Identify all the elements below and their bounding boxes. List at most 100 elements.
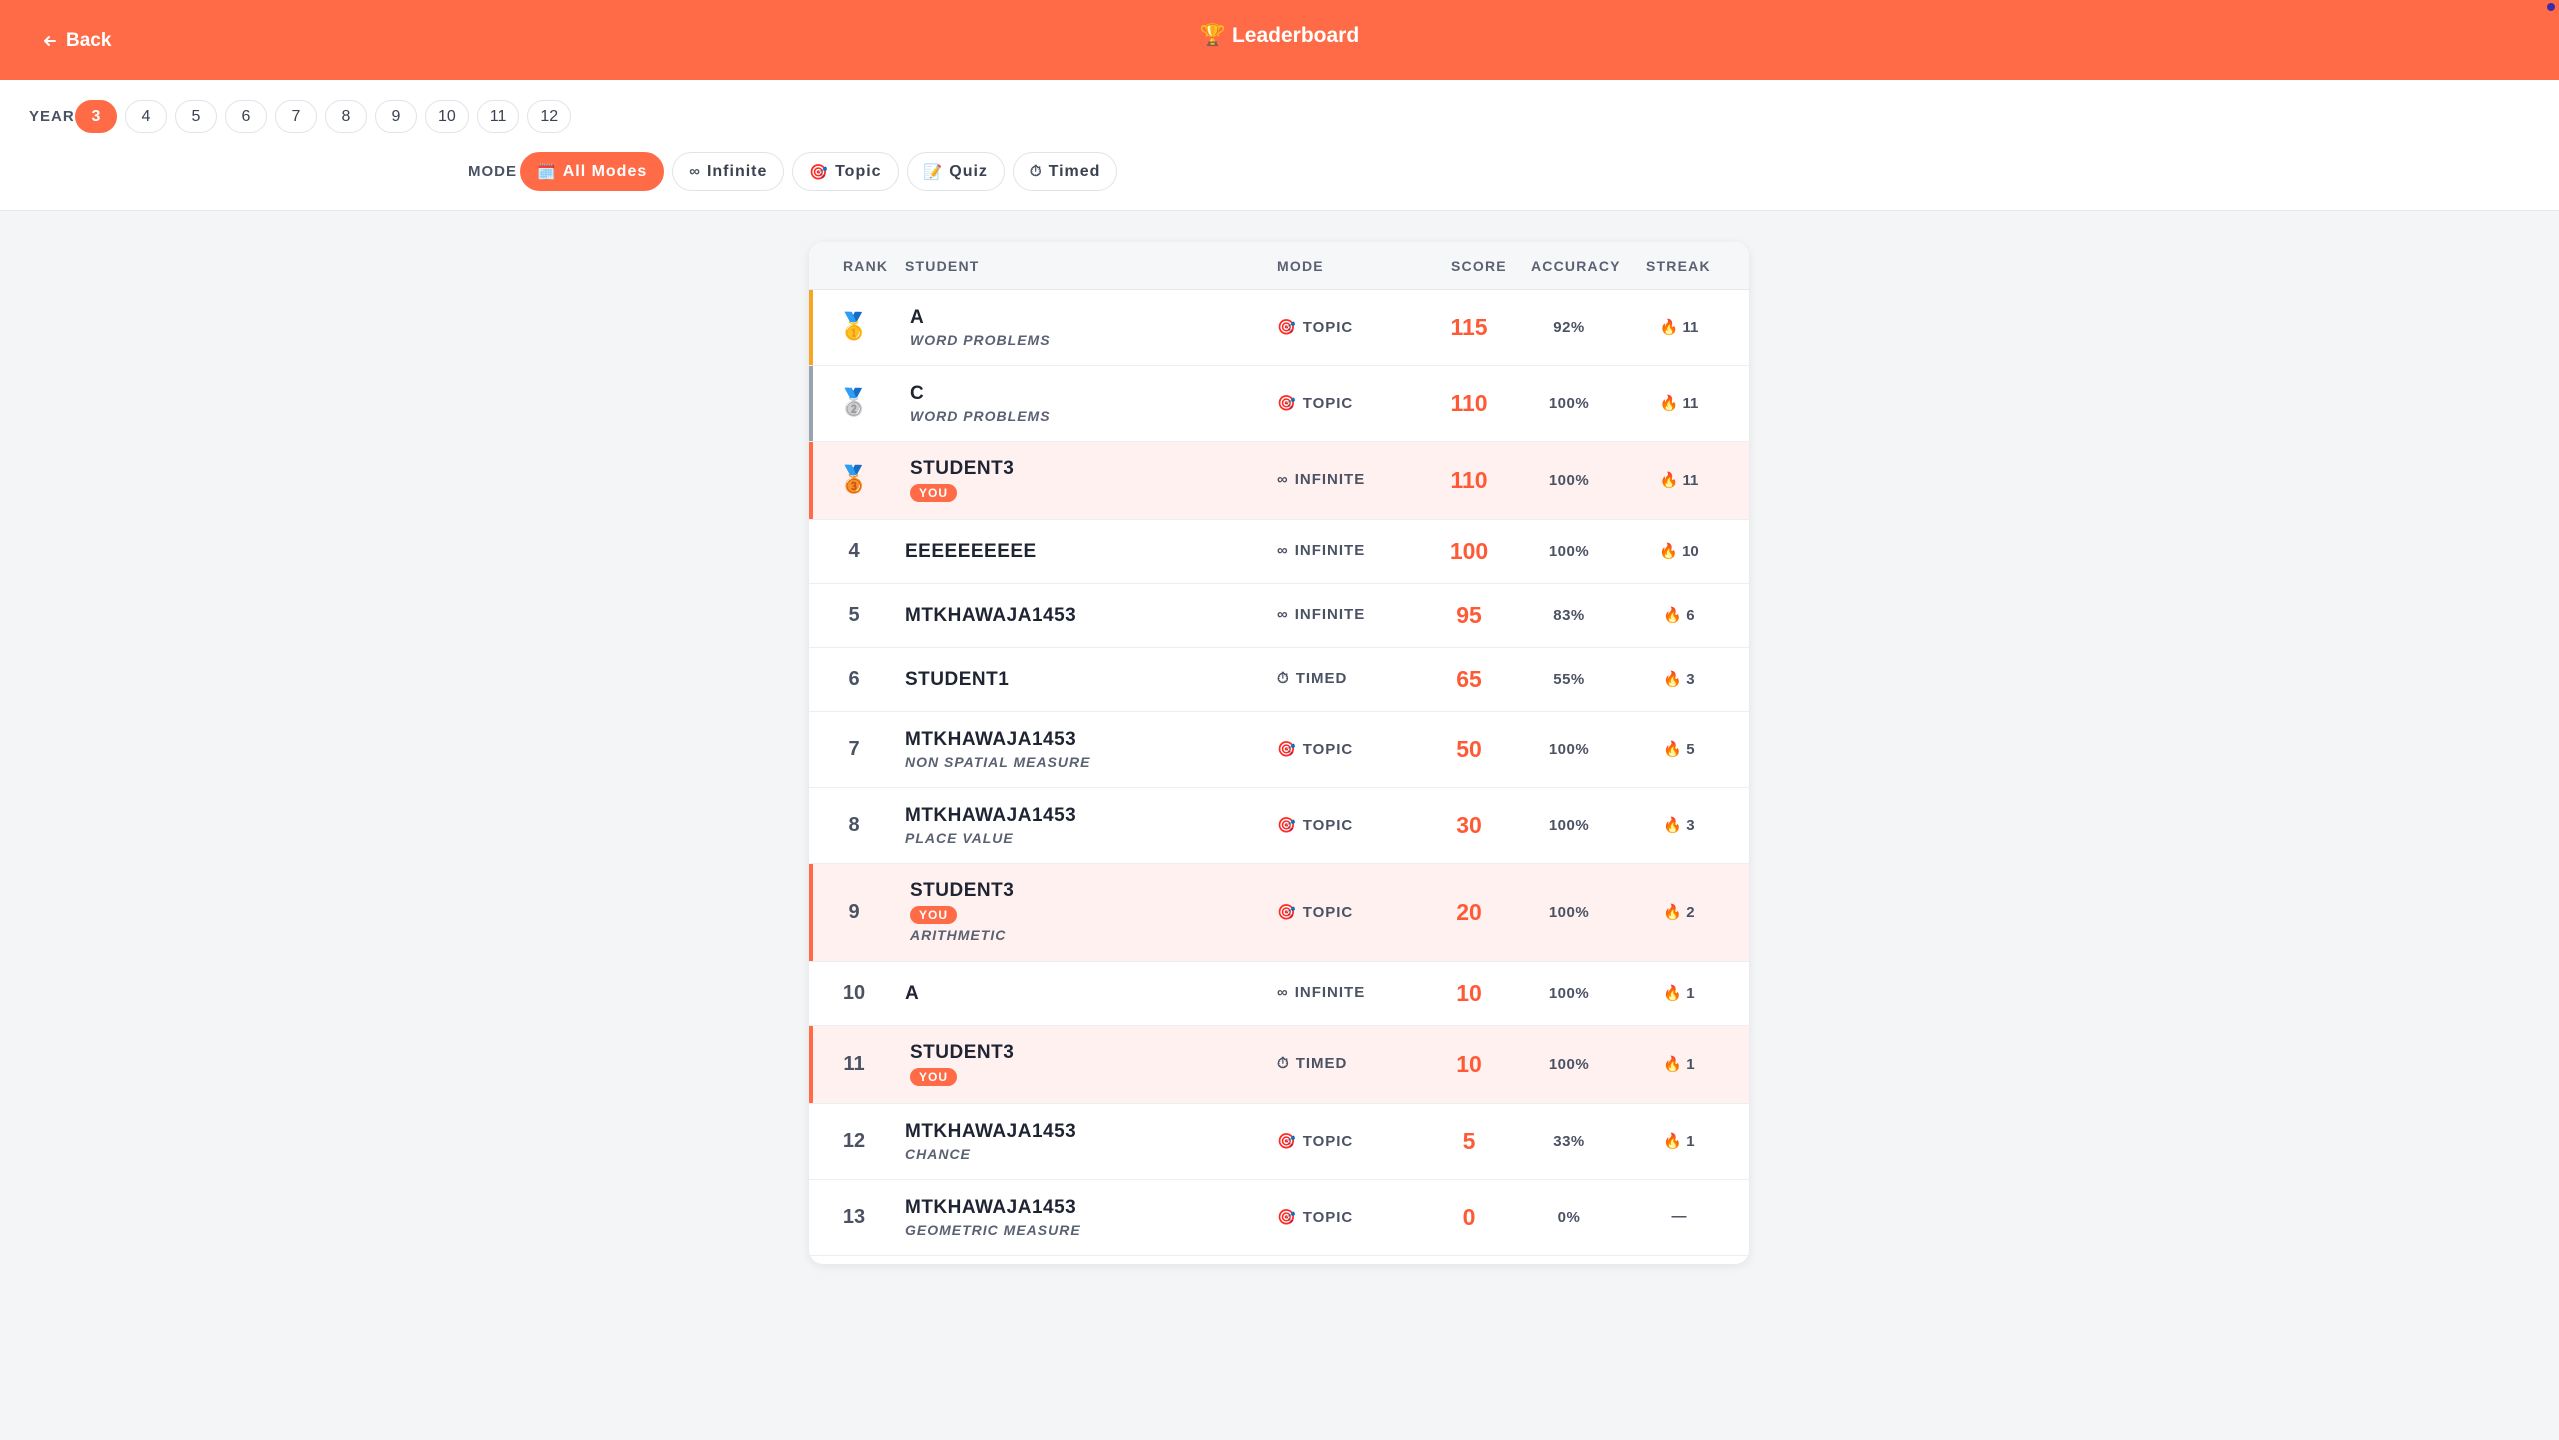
score-cell: 0 <box>1462 1204 1476 1230</box>
year-filter: YEAR 3 4 5 6 7 8 9 10 11 12 <box>29 100 579 133</box>
score-cell: 110 <box>1450 467 1488 493</box>
you-badge: YOU <box>910 1068 958 1086</box>
target-icon: 🎯 <box>1277 1209 1297 1226</box>
mode-cell: 🎯 TOPIC <box>1277 816 1353 835</box>
year-pill-8[interactable]: 8 <box>325 100 367 133</box>
mode-pill-label: Timed <box>1048 162 1101 180</box>
student-name: A <box>905 983 920 1004</box>
table-row: 6 STUDENT1 ⏱ TIMED 65 55% 🔥 3 <box>809 648 1749 712</box>
col-mode: MODE <box>1277 258 1324 274</box>
target-icon: 🎯 <box>1277 1133 1297 1150</box>
fire-icon: 🔥 <box>1663 904 1687 921</box>
mode-pill-infinite[interactable]: ∞ Infinite <box>672 152 785 191</box>
mode-pill-label: Topic <box>835 162 882 180</box>
infinity-icon: ∞ <box>1277 542 1289 559</box>
accuracy-cell: 100% <box>1548 395 1590 412</box>
streak-cell: 🔥 10 <box>1639 542 1719 560</box>
target-icon: 🎯 <box>1277 395 1297 412</box>
table-row: 8 MTKHAWAJA1453 PLACE VALUE 🎯 TOPIC 30 100% 🔥 3 <box>809 788 1749 864</box>
page-title-text: Leaderboard <box>1231 24 1360 47</box>
rank-cell: 13 <box>842 1206 866 1228</box>
mode-label: TOPIC <box>1302 1208 1354 1226</box>
student-cell: STUDENT1 <box>905 669 1009 691</box>
mode-pill-topic[interactable]: 🎯 Topic <box>792 152 899 191</box>
rank-cell: 🥈 <box>831 387 877 418</box>
streak-cell: — <box>1639 1208 1719 1225</box>
top-bar: Back 🏆 Leaderboard <box>0 0 2559 80</box>
streak-cell: 🔥 11 <box>1639 471 1719 489</box>
streak-value: 10 <box>1682 543 1699 560</box>
student-cell: EEEEEEEEEE <box>905 541 1037 563</box>
fire-icon: 🔥 <box>1659 543 1683 560</box>
mode-label: TOPIC <box>1302 903 1354 921</box>
target-icon: 🎯 <box>1277 817 1297 834</box>
student-topic: CHANCE <box>905 1146 971 1162</box>
rank-cell: 5 <box>848 604 860 626</box>
year-label: YEAR <box>29 108 75 125</box>
infinity-icon: ∞ <box>1277 471 1289 488</box>
mode-filter: MODE 🗓️ All Modes ∞ Infinite 🎯 Topic 📝 Quiz ⏱ Tim… <box>468 152 1125 191</box>
table-row: 9 STUDENT3 YOU ARITHMETIC 🎯 TOPIC 20 100% 🔥 2 <box>809 864 1749 962</box>
table-row: 🥉 STUDENT3 YOU ∞ INFINITE 110 100% 🔥 11 <box>809 442 1749 520</box>
year-pill-7[interactable]: 7 <box>275 100 317 133</box>
rank-cell: 9 <box>848 901 860 923</box>
mode-cell: ∞ INFINITE <box>1277 984 1365 1001</box>
student-cell: STUDENT3 YOU ARITHMETIC <box>910 880 1014 943</box>
streak-cell: 🔥 1 <box>1639 1055 1719 1073</box>
fire-icon: 🔥 <box>1659 472 1683 489</box>
target-icon: 🎯 <box>1277 741 1297 758</box>
mode-cell: ⏱ TIMED <box>1277 670 1347 687</box>
student-cell: C WORD PROBLEMS <box>910 383 1051 424</box>
mode-label: TOPIC <box>1302 1132 1354 1150</box>
student-cell: MTKHAWAJA1453 CHANCE <box>905 1121 1076 1162</box>
student-cell: A WORD PROBLEMS <box>910 307 1051 348</box>
year-pill-6[interactable]: 6 <box>225 100 267 133</box>
streak-value: 3 <box>1686 817 1695 834</box>
fire-icon: 🔥 <box>1659 395 1683 412</box>
mode-cell: 🎯 TOPIC <box>1277 318 1353 337</box>
student-topic: WORD PROBLEMS <box>910 408 1051 424</box>
target-icon: 🎯 <box>1277 319 1297 336</box>
mode-label: TIMED <box>1295 1055 1348 1072</box>
student-name: EEEEEEEEEE <box>905 541 1037 562</box>
fire-icon: 🔥 <box>1663 817 1687 834</box>
student-cell: STUDENT3 YOU <box>910 458 1014 502</box>
streak-cell: 🔥 6 <box>1639 606 1719 624</box>
year-pill-4[interactable]: 4 <box>125 100 167 133</box>
year-pill-11[interactable]: 11 <box>476 100 520 133</box>
mode-cell: 🎯 TOPIC <box>1277 394 1353 413</box>
mode-pill-timed[interactable]: ⏱ Timed <box>1012 152 1118 191</box>
mode-label: TOPIC <box>1302 740 1354 758</box>
student-name: MTKHAWAJA1453 <box>905 605 1077 626</box>
year-pill-3[interactable]: 3 <box>75 100 117 133</box>
mode-pill-all-modes[interactable]: 🗓️ All Modes <box>520 152 665 191</box>
medal-icon: 🥉 <box>837 464 871 494</box>
year-pill-9[interactable]: 9 <box>375 100 417 133</box>
student-name: MTKHAWAJA1453 <box>905 1197 1077 1218</box>
medal-icon: 🥇 <box>837 311 871 341</box>
streak-value: 11 <box>1682 319 1699 336</box>
score-cell: 50 <box>1456 736 1482 762</box>
mode-pill-quiz[interactable]: 📝 Quiz <box>906 152 1005 191</box>
status-dot <box>2547 3 2555 11</box>
you-badge: YOU <box>910 484 958 502</box>
year-pill-12[interactable]: 12 <box>527 100 572 133</box>
stopwatch-icon: ⏱ <box>1277 1055 1290 1072</box>
fire-icon: 🔥 <box>1663 607 1687 624</box>
row-accent-bar <box>809 290 813 365</box>
topic-icon: 🎯 <box>809 163 830 181</box>
streak-value: 5 <box>1686 741 1695 758</box>
stopwatch-icon: ⏱ <box>1277 670 1290 687</box>
year-pill-5[interactable]: 5 <box>175 100 217 133</box>
year-pill-10[interactable]: 10 <box>425 100 469 133</box>
student-cell: MTKHAWAJA1453 NON SPATIAL MEASURE <box>905 729 1090 770</box>
page-title: 🏆 Leaderboard <box>0 24 2559 48</box>
rank-cell: 8 <box>848 814 860 836</box>
row-accent-bar <box>809 1026 813 1103</box>
mode-label: INFINITE <box>1294 984 1366 1001</box>
table-row: 11 STUDENT3 YOU ⏱ TIMED 10 100% 🔥 1 <box>809 1026 1749 1104</box>
streak-value: 6 <box>1686 607 1695 624</box>
student-cell: MTKHAWAJA1453 <box>905 605 1076 627</box>
rank-cell: 🥉 <box>831 464 877 495</box>
student-name: STUDENT3 <box>910 458 1015 479</box>
